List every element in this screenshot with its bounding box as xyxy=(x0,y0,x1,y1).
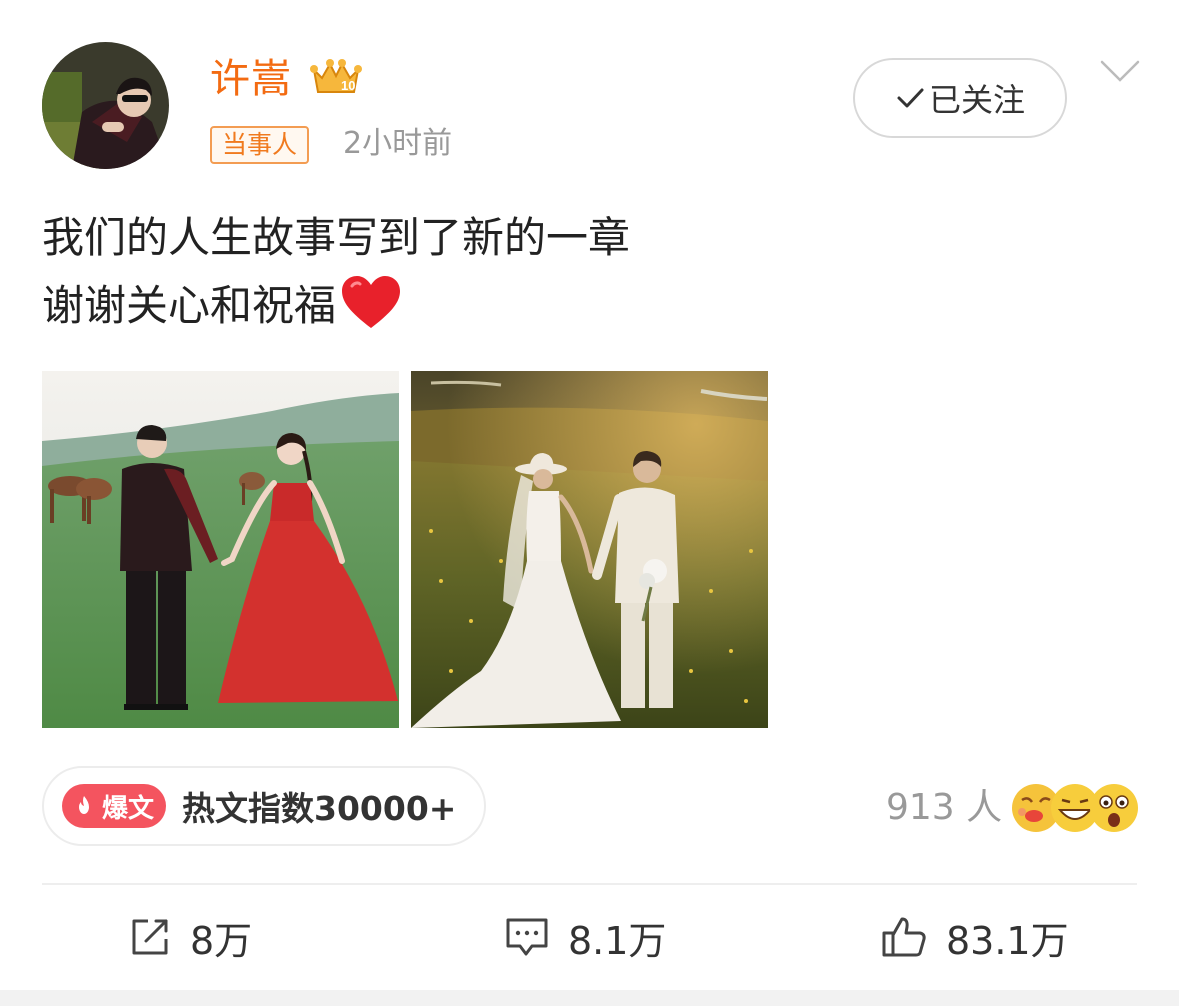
comment-count: 8.1万 xyxy=(568,918,667,963)
avatar-photo xyxy=(42,42,169,169)
divider xyxy=(42,883,1137,885)
post-text: 我们的人生故事写到了新的一章 谢谢关心和祝福 xyxy=(42,210,630,338)
wedding-photo-sunset[interactable] xyxy=(411,371,768,728)
post-time: 2小时前 xyxy=(343,126,453,161)
reactions-count[interactable]: 913 人 xyxy=(886,786,1002,830)
follow-label: 已关注 xyxy=(928,81,1025,119)
weibo-post: 许嵩 10 当事人 2小时前 已关注 我们的人生故事写到了新的一章 谢谢关心和祝… xyxy=(0,0,1179,1006)
post-text-line: 我们的人生故事写到了新的一章 xyxy=(42,213,631,262)
checkmark-icon xyxy=(897,88,924,108)
hot-index-text: 热文指数30000+ xyxy=(182,789,457,828)
author-name[interactable]: 许嵩 xyxy=(210,54,292,104)
hot-badge: 爆文 xyxy=(62,784,166,828)
like-count: 83.1万 xyxy=(946,918,1069,963)
post-text-line: 谢谢关心和祝福 xyxy=(42,274,630,338)
vip-crown-badge-icon[interactable]: 10 xyxy=(308,56,364,100)
author-avatar[interactable] xyxy=(42,42,169,169)
comment-icon xyxy=(506,918,548,956)
author-role-tag: 当事人 xyxy=(210,126,310,164)
svg-text:10: 10 xyxy=(341,78,355,93)
reaction-emojis[interactable] xyxy=(1010,780,1140,836)
follow-button[interactable]: 已关注 xyxy=(853,58,1067,138)
hot-index-pill[interactable]: 爆文 热文指数30000+ xyxy=(42,766,486,846)
share-icon xyxy=(132,919,168,955)
wedding-photo-red-dress[interactable] xyxy=(42,371,399,728)
comment-button[interactable]: 8.1万 xyxy=(504,910,666,964)
red-heart-emoji xyxy=(342,276,401,328)
like-button[interactable]: 83.1万 xyxy=(880,910,1069,964)
surprised-emoji xyxy=(1090,784,1138,832)
share-count: 8万 xyxy=(190,918,253,963)
hot-badge-label: 爆文 xyxy=(102,793,155,824)
flame-icon xyxy=(79,796,89,814)
share-button[interactable]: 8万 xyxy=(128,910,252,964)
thumbs-up-icon xyxy=(882,917,926,957)
bottom-strip xyxy=(0,990,1179,1006)
chevron-down-icon[interactable] xyxy=(1100,58,1140,86)
